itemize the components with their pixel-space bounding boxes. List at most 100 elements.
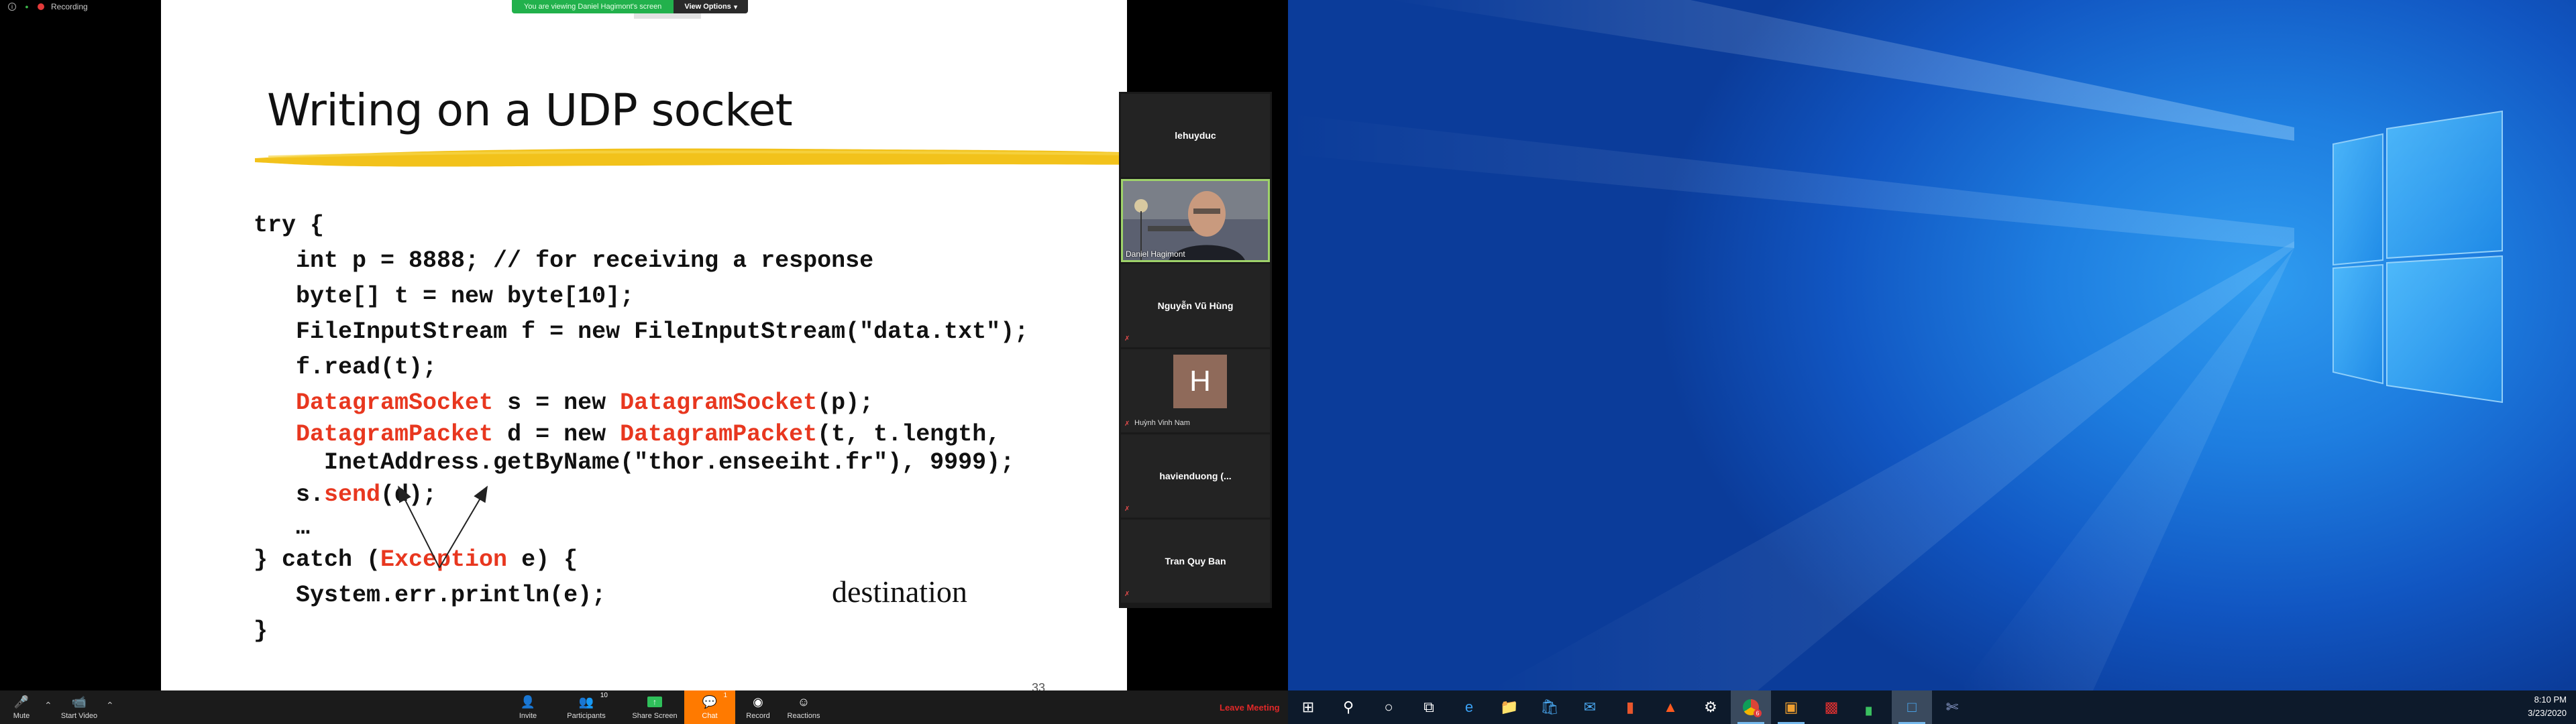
clock-time: 8:10 PM: [2534, 695, 2567, 705]
code-text: s.: [254, 481, 325, 508]
participants-video-panel: lehuyduc Daniel Hagimont Nguyễn Vũ Hùng …: [1119, 92, 1272, 608]
avatar: H: [1173, 355, 1227, 408]
share-screen-button[interactable]: ↑ Share Screen: [628, 690, 682, 724]
banner-drag-handle[interactable]: [634, 13, 701, 19]
code-line: DatagramSocket s = new DatagramSocket(p)…: [254, 385, 1028, 421]
record-icon: ◉: [753, 695, 763, 709]
search-icon[interactable]: ⚲: [1328, 690, 1368, 724]
code-text: d = new: [493, 421, 621, 448]
start-video-label: Start Video: [60, 712, 98, 720]
code-line: InetAddress.getByName("thor.enseeiht.fr"…: [254, 449, 1015, 476]
audio-options-caret[interactable]: ⌃: [44, 700, 52, 711]
wallpaper-windows-logo: [1288, 0, 2503, 690]
code-line: f.read(t);: [254, 354, 437, 381]
record-label: Record: [746, 712, 770, 720]
app-icon[interactable]: ▣: [1771, 690, 1811, 724]
mute-label: Mute: [13, 712, 30, 720]
code-line: } catch (Exception e) {: [254, 542, 1028, 578]
code-keyword: DatagramPacket: [620, 421, 818, 448]
info-icon[interactable]: i: [8, 3, 16, 11]
chat-unread-badge: 1: [723, 692, 727, 699]
chart-app-icon[interactable]: ▖: [1851, 690, 1892, 724]
edge-icon[interactable]: e: [1449, 690, 1489, 724]
windows-taskbar: ⊞ ⚲ ○ ⧉ e 📁 🛍 ✉ ▮ ▲ ⚙ 6 ▣ ▩ ▖ □ ✄: [1288, 690, 2576, 724]
invite-label: Invite: [519, 712, 537, 720]
participant-tile[interactable]: H ✗ Huỳnh Vinh Nam: [1121, 349, 1270, 432]
start-video-button[interactable]: 📹 Start Video: [58, 690, 101, 724]
lock-icon[interactable]: ●: [23, 3, 31, 11]
reactions-label: Reactions: [787, 712, 820, 720]
code-keyword: Exception: [380, 546, 508, 573]
microphone-icon: 🎤: [13, 695, 30, 709]
code-text: (p);: [817, 389, 874, 416]
share-screen-label: Share Screen: [632, 712, 678, 720]
participant-tile[interactable]: Tran Quy Ban ✗: [1121, 520, 1270, 603]
slide-title: Writing on a UDP socket: [267, 84, 793, 136]
destination-annotation: destination: [832, 575, 967, 609]
store-icon[interactable]: 🛍: [1529, 690, 1570, 724]
code-line: byte[] t = new byte[10];: [254, 283, 635, 310]
record-button[interactable]: ◉ Record: [741, 690, 775, 724]
muted-mic-icon: ✗: [1124, 505, 1130, 513]
office-icon[interactable]: ▮: [1610, 690, 1650, 724]
code-keyword: send: [324, 481, 381, 508]
code-line: s.send(d);: [254, 477, 1028, 513]
cortana-icon[interactable]: ○: [1368, 690, 1409, 724]
code-line: …: [254, 514, 311, 541]
meeting-toolbar: 🎤 Mute ⌃ 📹 Start Video ⌃ 👤 Invite 👥 Part…: [0, 690, 1288, 724]
mail-icon[interactable]: ✉: [1570, 690, 1610, 724]
chrome-icon[interactable]: 6: [1731, 690, 1771, 724]
participant-tile[interactable]: Nguyễn Vũ Hùng ✗: [1121, 264, 1270, 347]
code-line: FileInputStream f = new FileInputStream(…: [254, 318, 1029, 345]
participant-name: havienduong (...: [1159, 471, 1232, 481]
participant-name: Huỳnh Vinh Nam: [1134, 419, 1190, 427]
chevron-down-icon: ▾: [733, 3, 738, 11]
chat-button[interactable]: 💬 Chat 1: [684, 690, 735, 724]
task-view-icon[interactable]: ⧉: [1409, 690, 1449, 724]
notification-badge: 6: [1754, 709, 1762, 717]
recording-icon: [38, 3, 44, 10]
terminal-icon[interactable]: ▩: [1811, 690, 1851, 724]
participant-name: lehuyduc: [1175, 130, 1216, 141]
participants-button[interactable]: 👥 Participants 10: [561, 690, 612, 724]
snipping-icon[interactable]: ✄: [1932, 690, 1972, 724]
code-keyword: DatagramPacket: [296, 421, 494, 448]
reactions-button[interactable]: ☺ Reactions: [782, 690, 825, 724]
leave-meeting-button[interactable]: Leave Meeting: [1220, 690, 1280, 724]
participants-label: Participants: [567, 712, 606, 720]
brave-icon[interactable]: ▲: [1650, 690, 1690, 724]
view-options-label: View Options: [684, 3, 731, 11]
code-text: e) {: [507, 546, 578, 573]
participant-video-tile[interactable]: Daniel Hagimont: [1121, 179, 1270, 262]
participant-tile[interactable]: lehuyduc: [1121, 94, 1270, 177]
share-screen-icon: ↑: [647, 695, 662, 709]
video-options-caret[interactable]: ⌃: [106, 700, 114, 711]
code-line: }: [254, 617, 268, 644]
invite-button[interactable]: 👤 Invite: [511, 690, 545, 724]
slide-page-number: 33: [1032, 681, 1046, 690]
code-text: (d);: [380, 481, 437, 508]
chat-label: Chat: [702, 712, 718, 720]
chat-icon: 💬: [702, 695, 718, 709]
muted-mic-icon: ✗: [1124, 420, 1130, 428]
reactions-icon: ☺: [797, 695, 810, 709]
code-keyword: DatagramSocket: [620, 389, 818, 416]
zoom-window: i ● Recording Writing on a UDP socket tr…: [0, 0, 1288, 724]
view-options-button[interactable]: View Options ▾: [674, 0, 749, 13]
screen-share-banner: You are viewing Daniel Hagimont's screen…: [512, 0, 749, 13]
system-clock[interactable]: 8:10 PM 3/23/2020: [2528, 693, 2567, 720]
code-text: (t, t.length,: [817, 421, 1001, 448]
participant-name: Daniel Hagimont: [1126, 249, 1185, 259]
windows-start-icon[interactable]: ⊞: [1288, 690, 1328, 724]
code-text: } catch (: [254, 546, 381, 573]
participant-name: Nguyễn Vũ Hùng: [1157, 300, 1234, 311]
zoom-icon[interactable]: □: [1892, 690, 1932, 724]
muted-mic-icon: ✗: [1124, 335, 1130, 343]
settings-icon[interactable]: ⚙: [1690, 690, 1731, 724]
participant-tile[interactable]: havienduong (... ✗: [1121, 434, 1270, 518]
video-off-icon: 📹: [71, 695, 87, 709]
file-explorer-icon[interactable]: 📁: [1489, 690, 1529, 724]
mute-button[interactable]: 🎤 Mute: [8, 690, 35, 724]
participant-name: Tran Quy Ban: [1165, 556, 1226, 566]
code-keyword: DatagramSocket: [296, 389, 494, 416]
